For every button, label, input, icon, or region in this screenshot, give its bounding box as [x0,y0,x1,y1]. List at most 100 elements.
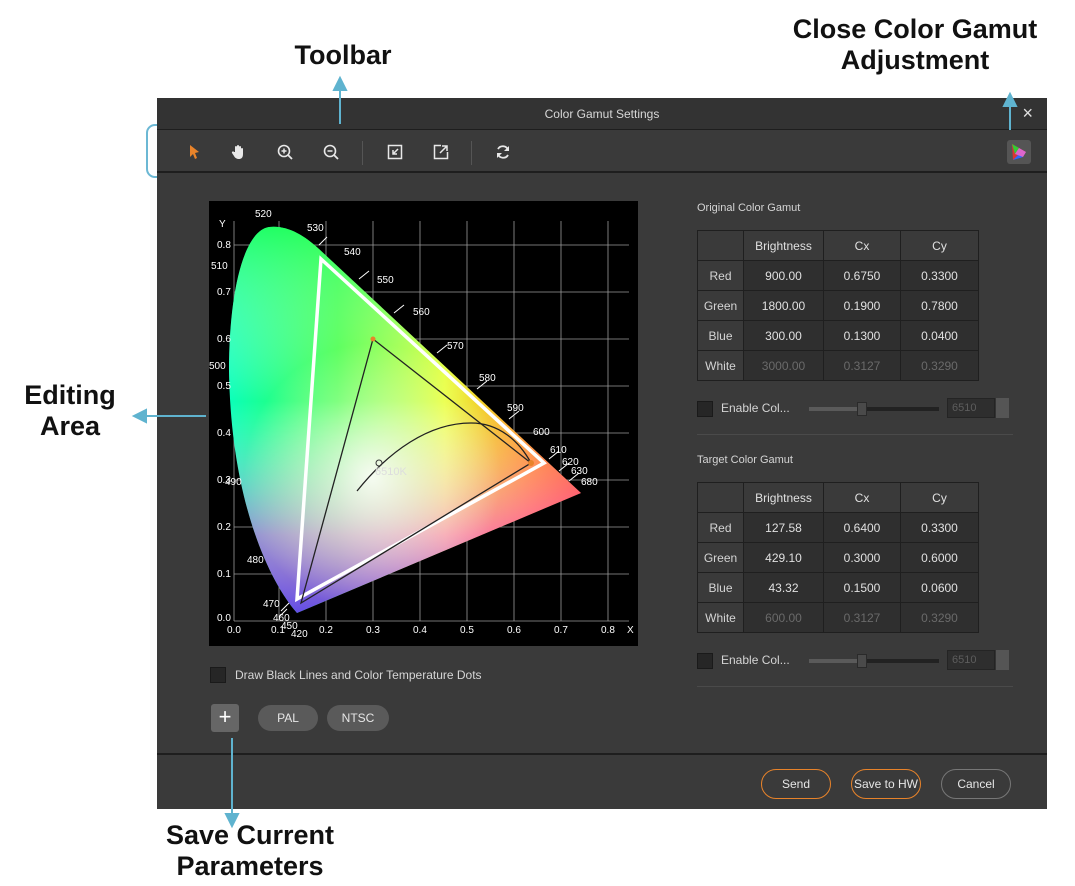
cx-cell[interactable]: 0.1900 [823,290,901,321]
export-icon[interactable] [429,140,453,164]
green-vertex-dot[interactable] [370,336,376,342]
table-row: Green 1800.00 0.1900 0.7800 [697,290,979,321]
zoom-out-icon[interactable] [319,140,343,164]
x-tick: 0.3 [366,625,380,636]
wavelength-label: 520 [255,209,272,220]
original-gamut-label: Original Color Gamut [697,202,801,214]
spectral-locus [229,226,581,613]
save-parameters-button[interactable]: + [211,704,239,732]
red-vertex-dot[interactable] [528,460,534,466]
target-enable-row: Enable Col... 6510 [697,650,1013,672]
x-tick: 0.0 [227,625,241,636]
brightness-cell[interactable]: 1800.00 [743,290,824,321]
table-row: Red 900.00 0.6750 0.3300 [697,260,979,291]
cy-cell[interactable]: 0.3300 [900,260,979,291]
editing-area-callout-line1: Editing [24,380,116,410]
wavelength-label: 590 [507,403,524,414]
close-gamut-callout: Close Color Gamut Adjustment [765,14,1065,76]
row-header: Red [697,260,744,291]
original-temp-input[interactable]: 6510 [947,398,995,418]
brightness-cell[interactable]: 127.58 [743,512,824,543]
refresh-icon[interactable] [491,140,515,164]
wavelength-label: 470 [263,599,280,610]
pointer-icon[interactable] [183,140,207,164]
y-tick: 0.6 [217,334,231,345]
cancel-button[interactable]: Cancel [941,769,1011,799]
toolbar-separator [471,141,472,165]
x-tick: 0.4 [413,625,427,636]
original-temp-slider[interactable] [809,407,939,411]
row-header: Blue [697,320,744,351]
table-row: Green 429.10 0.3000 0.6000 [697,542,979,573]
brightness-cell[interactable]: 900.00 [743,260,824,291]
original-enable-checkbox[interactable] [697,401,713,417]
column-header: Brightness [743,230,824,261]
original-temp-spinner[interactable] [995,398,1009,418]
cx-cell[interactable]: 0.6750 [823,260,901,291]
column-header: Cy [900,230,979,261]
save-to-hw-button[interactable]: Save to HW [851,769,921,799]
target-enable-checkbox[interactable] [697,653,713,669]
editing-area-callout-line2: Area [39,411,101,441]
save-params-callout: Save Current Parameters [140,820,360,882]
table-row: White 600.00 0.3127 0.3290 [697,602,979,633]
y-tick: 0.7 [217,287,231,298]
hand-icon[interactable] [227,140,251,164]
cy-cell: 0.3290 [900,602,979,633]
editing-area-callout: Editing Area [8,380,132,442]
cx-cell[interactable]: 0.3000 [823,542,901,573]
close-gamut-adjustment-button[interactable] [1007,140,1031,164]
draw-lines-checkbox[interactable] [210,667,226,683]
y-axis-label: Y [219,219,226,230]
x-tick: 0.5 [460,625,474,636]
row-header: Green [697,542,744,573]
original-temp-slider-thumb[interactable] [857,402,867,416]
zoom-in-icon[interactable] [273,140,297,164]
cie-chart-svg[interactable]: Y X 0.0 0.1 0.2 0.3 0.4 0.5 0.6 0.7 0.8 … [209,201,638,646]
wavelength-label: 510 [211,261,228,272]
column-header: Cy [900,482,979,513]
close-icon[interactable]: × [1022,103,1033,124]
column-header: Cx [823,482,901,513]
draw-lines-label: Draw Black Lines and Color Temperature D… [235,668,482,682]
ntsc-preset-button[interactable]: NTSC [327,705,389,731]
cy-cell[interactable]: 0.6000 [900,542,979,573]
cx-cell: 0.3127 [823,350,901,381]
wavelength-label: 530 [307,223,324,234]
brightness-cell[interactable]: 300.00 [743,320,824,351]
column-header: Cx [823,230,901,261]
target-temp-slider-thumb[interactable] [857,654,867,668]
cy-cell[interactable]: 0.7800 [900,290,979,321]
target-temp-slider[interactable] [809,659,939,663]
target-enable-label: Enable Col... [721,653,790,667]
cy-cell[interactable]: 0.0400 [900,320,979,351]
target-temp-spinner[interactable] [995,650,1009,670]
close-gamut-callout-line1: Close Color Gamut [792,14,1038,44]
send-button[interactable]: Send [761,769,831,799]
section-divider [697,434,1013,435]
cx-cell[interactable]: 0.1300 [823,320,901,351]
x-tick: 0.2 [319,625,333,636]
x-tick: 0.6 [507,625,521,636]
y-tick: 0.4 [217,428,231,439]
y-tick: 0.8 [217,240,231,251]
cy-cell[interactable]: 0.3300 [900,512,979,543]
original-enable-row: Enable Col... 6510 [697,398,1013,420]
cy-cell[interactable]: 0.0600 [900,572,979,603]
brightness-cell: 3000.00 [743,350,824,381]
cx-cell[interactable]: 0.6400 [823,512,901,543]
import-icon[interactable] [383,140,407,164]
target-temp-input[interactable]: 6510 [947,650,995,670]
titlebar: Color Gamut Settings × [157,98,1047,130]
pal-preset-button[interactable]: PAL [258,705,318,731]
cx-cell[interactable]: 0.1500 [823,572,901,603]
wavelength-label: 610 [550,445,567,456]
brightness-cell[interactable]: 429.10 [743,542,824,573]
cie-chart-area[interactable]: Y X 0.0 0.1 0.2 0.3 0.4 0.5 0.6 0.7 0.8 … [209,201,638,646]
toolbar [157,131,1047,173]
wavelength-label: 480 [247,555,264,566]
gamut-icon [1012,144,1026,160]
brightness-cell[interactable]: 43.32 [743,572,824,603]
wavelength-label: 630 [571,466,588,477]
y-tick: 0.0 [217,613,231,624]
